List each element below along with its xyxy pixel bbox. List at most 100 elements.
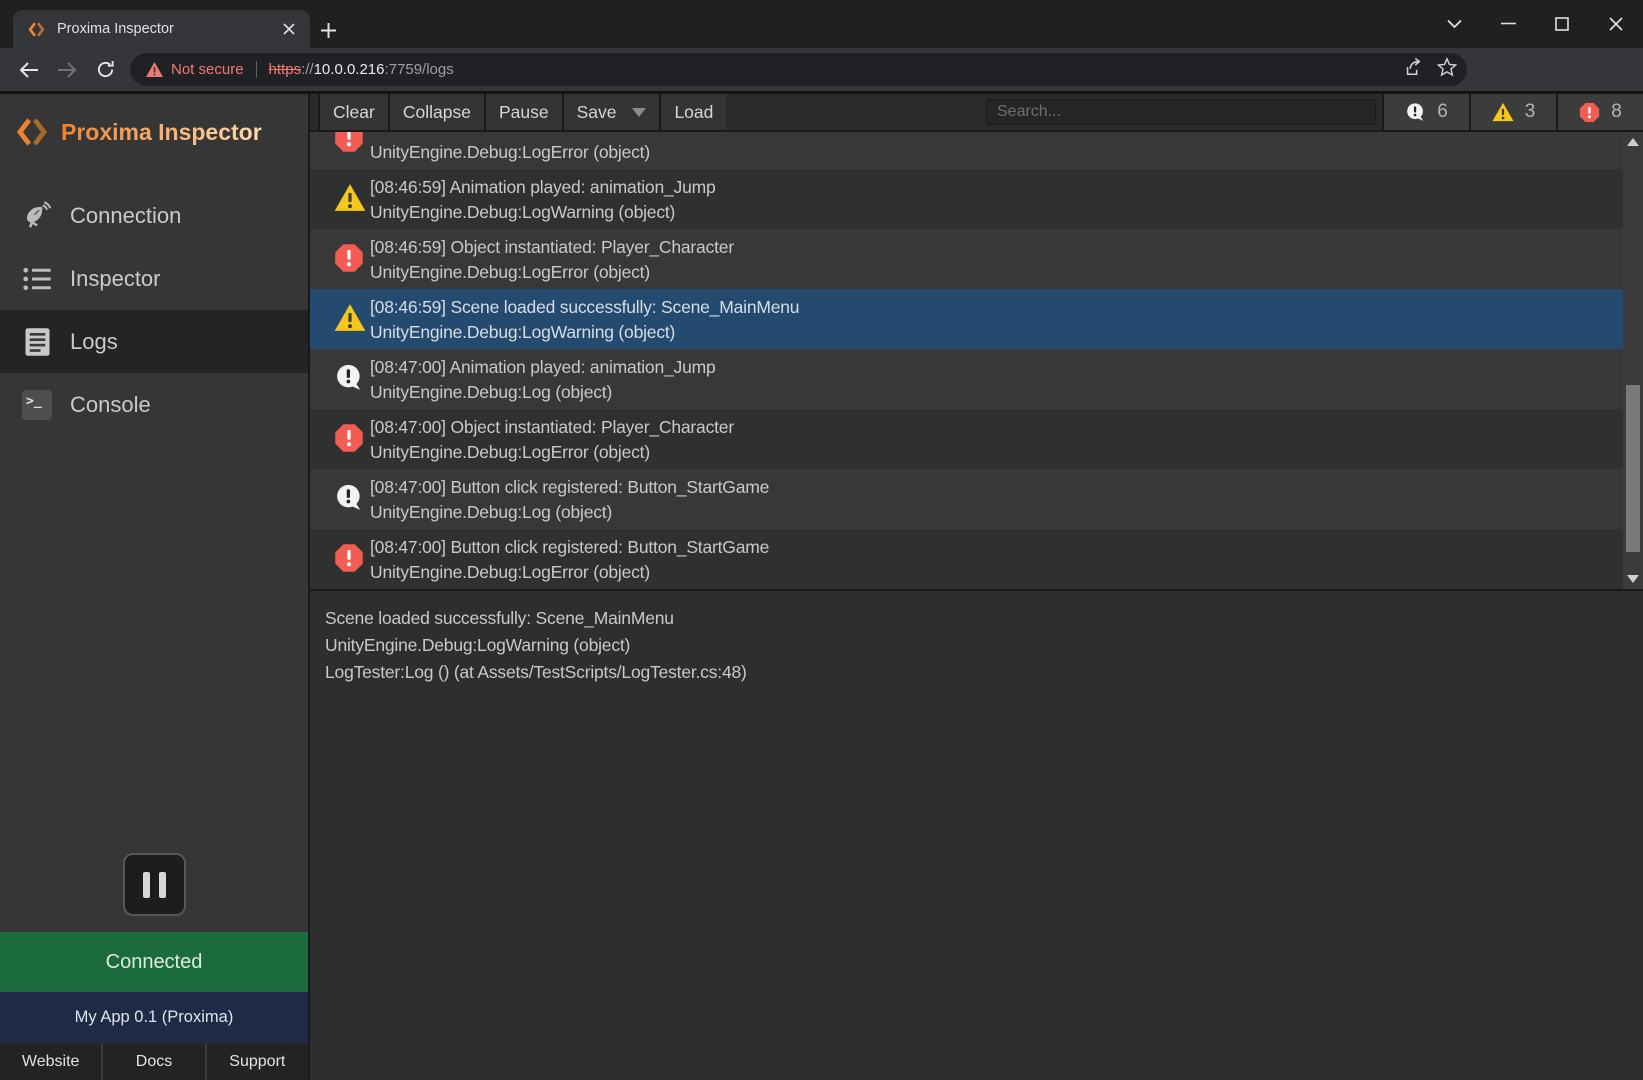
footer-link-website[interactable]: Website: [0, 1043, 101, 1080]
warning-icon: [334, 183, 366, 212]
log-list-zone: UnityEngine.Debug:LogError (object): [310, 132, 1643, 589]
log-row[interactable]: [08:47:00] Button click registered: Butt…: [310, 529, 1623, 589]
search-input[interactable]: [986, 99, 1376, 125]
toolbar-button-collapse[interactable]: Collapse: [388, 94, 484, 130]
footer-link-support[interactable]: Support: [205, 1043, 308, 1080]
error-icon: [334, 423, 364, 453]
app-info-label: My App 0.1 (Proxima): [75, 1008, 234, 1027]
log-row[interactable]: [08:46:59] Scene loaded successfully: Sc…: [310, 289, 1623, 349]
error-count: 8: [1611, 101, 1622, 123]
sidebar-item-console[interactable]: >_ Console: [0, 373, 308, 436]
error-icon: [1579, 102, 1600, 123]
footer-link-docs[interactable]: Docs: [101, 1043, 204, 1080]
toolbar-spacer: [726, 94, 986, 130]
share-icon[interactable]: [1403, 57, 1423, 82]
log-row[interactable]: [08:47:00] Button click registered: Butt…: [310, 469, 1623, 529]
scrollbar-thumb[interactable]: [1626, 385, 1640, 552]
tab-strip: Proxima Inspector: [0, 0, 1643, 48]
log-stacktrace: UnityEngine.Debug:LogWarning (object): [370, 202, 675, 223]
sidebar-item-label: Inspector: [70, 266, 161, 292]
sidebar-item-connection[interactable]: Connection: [0, 184, 308, 247]
browser-toolbar: Not secure https://10.0.0.216:7759/logs: [0, 48, 1643, 94]
error-icon: [334, 132, 364, 153]
error-filter-badge[interactable]: 8: [1556, 94, 1643, 130]
new-tab-button[interactable]: [314, 16, 342, 44]
log-stacktrace: UnityEngine.Debug:LogError (object): [370, 142, 650, 163]
log-stacktrace: UnityEngine.Debug:LogWarning (object): [370, 322, 675, 343]
warning-count: 3: [1525, 101, 1536, 123]
scroll-up-icon[interactable]: [1623, 134, 1643, 150]
log-stacktrace: UnityEngine.Debug:LogError (object): [370, 262, 650, 283]
log-detail-pane: Scene loaded successfully: Scene_MainMen…: [310, 589, 1643, 1080]
logs-panel: ClearCollapsePauseSaveLoad 6: [310, 94, 1643, 1080]
detail-stack-line: UnityEngine.Debug:LogWarning (object): [325, 632, 1643, 659]
tab-title: Proxima Inspector: [57, 21, 278, 37]
warning-filter-badge[interactable]: 3: [1469, 94, 1556, 130]
info-filter-badge[interactable]: 6: [1382, 94, 1469, 130]
pause-stream-button[interactable]: [123, 853, 186, 916]
not-secure-label: Not secure: [171, 61, 244, 78]
toolbar-button-pause[interactable]: Pause: [484, 94, 562, 130]
error-icon: [334, 243, 364, 273]
logs-toolbar: ClearCollapsePauseSaveLoad 6: [310, 94, 1643, 132]
info-count: 6: [1437, 101, 1448, 123]
log-row[interactable]: [08:46:59] Object instantiated: Player_C…: [310, 229, 1623, 289]
omnibox-divider: [256, 61, 257, 78]
app-title: Proxima Inspector: [61, 119, 262, 146]
scroll-down-icon[interactable]: [1623, 571, 1643, 587]
forward-button[interactable]: [48, 53, 86, 87]
url-scheme: https: [269, 61, 302, 78]
log-scrollbar[interactable]: [1623, 132, 1643, 589]
window-minimize-button[interactable]: [1489, 7, 1527, 41]
toolbar-button-load[interactable]: Load: [659, 94, 726, 130]
toolbar-button-save[interactable]: Save: [562, 94, 660, 130]
sidebar-item-inspector[interactable]: Inspector: [0, 247, 308, 310]
log-row[interactable]: [08:46:59] Animation played: animation_J…: [310, 169, 1623, 229]
save-dropdown-caret-icon[interactable]: [632, 108, 646, 117]
sidebar-item-label: Console: [70, 392, 151, 418]
window-close-button[interactable]: [1597, 7, 1635, 41]
window-maximize-button[interactable]: [1543, 7, 1581, 41]
sidebar: Proxima Inspector Connection Inspector L…: [0, 94, 310, 1080]
proxima-page: Proxima Inspector Connection Inspector L…: [0, 94, 1643, 1080]
tab-search-icon[interactable]: [1435, 7, 1473, 41]
log-row[interactable]: [08:47:00] Animation played: animation_J…: [310, 349, 1623, 409]
log-message: [08:46:59] Scene loaded successfully: Sc…: [370, 297, 799, 318]
log-message: [08:47:00] Button click registered: Butt…: [370, 477, 769, 498]
list-icon: [22, 265, 52, 293]
url-host: 10.0.0.216: [314, 61, 385, 78]
app-logo: Proxima Inspector: [0, 94, 308, 160]
log-message: [08:46:59] Object instantiated: Player_C…: [370, 237, 734, 258]
log-list: UnityEngine.Debug:LogError (object): [310, 132, 1623, 589]
app-info-bar: My App 0.1 (Proxima): [0, 992, 308, 1043]
address-bar[interactable]: Not secure https://10.0.0.216:7759/logs: [130, 53, 1467, 86]
sidebar-item-logs[interactable]: Logs: [0, 310, 308, 373]
connection-status-badge: Connected: [0, 932, 308, 992]
url-text: https://10.0.0.216:7759/logs: [269, 61, 454, 78]
back-button[interactable]: [10, 53, 48, 87]
url-path: :7759/logs: [385, 61, 454, 78]
log-message: [08:47:00] Animation played: animation_J…: [370, 357, 716, 378]
url-separator: ://: [301, 61, 314, 78]
reload-button[interactable]: [86, 53, 124, 87]
sidebar-item-label: Logs: [70, 329, 118, 355]
log-message: [08:46:59] Animation played: animation_J…: [370, 177, 716, 198]
log-row[interactable]: [08:47:00] Object instantiated: Player_C…: [310, 409, 1623, 469]
browser-tab[interactable]: Proxima Inspector: [13, 10, 310, 48]
log-row[interactable]: UnityEngine.Debug:LogError (object): [310, 132, 1623, 169]
warning-icon: [1492, 102, 1514, 122]
sidebar-spacer: [0, 436, 308, 853]
pause-icon: [143, 872, 150, 898]
warning-icon: [334, 303, 366, 332]
bookmark-star-icon[interactable]: [1437, 57, 1457, 82]
tab-close-icon[interactable]: [278, 18, 300, 40]
toolbar-button-clear[interactable]: Clear: [318, 94, 388, 130]
proxima-logo-icon: [15, 115, 49, 149]
connection-status-label: Connected: [106, 951, 203, 974]
terminal-icon: >_: [22, 390, 52, 420]
log-stacktrace: UnityEngine.Debug:Log (object): [370, 382, 612, 403]
log-stacktrace: UnityEngine.Debug:LogError (object): [370, 442, 650, 463]
sidebar-footer: WebsiteDocsSupport: [0, 1043, 308, 1080]
info-icon: [334, 483, 364, 513]
not-secure-warning-icon: [146, 62, 163, 77]
